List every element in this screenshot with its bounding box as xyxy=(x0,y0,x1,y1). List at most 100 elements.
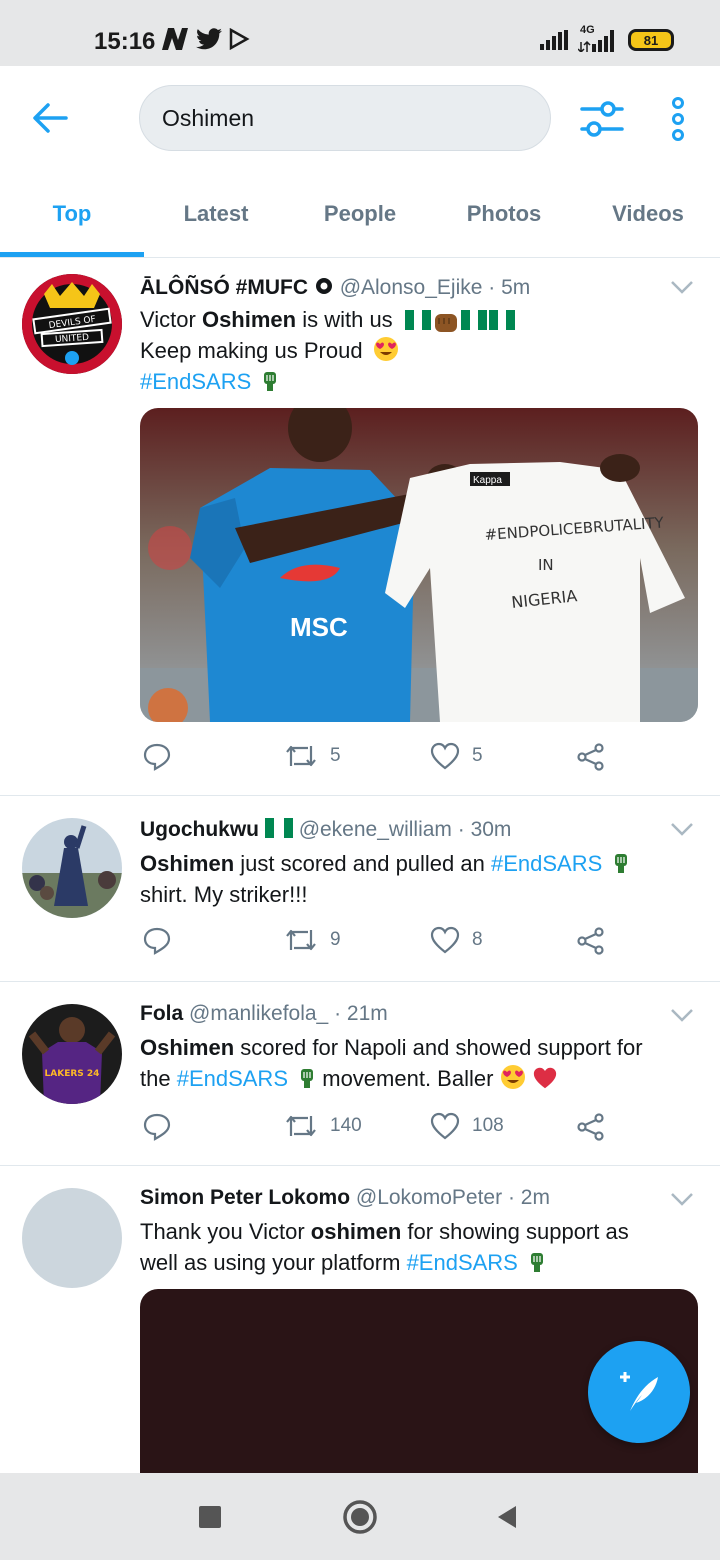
hashtag-link[interactable]: #EndSARS xyxy=(140,369,251,394)
tab-videos[interactable]: Videos xyxy=(576,170,720,258)
share-button[interactable] xyxy=(576,926,606,956)
compose-tweet-button[interactable] xyxy=(588,1341,690,1443)
search-tabs: Top Latest People Photos Videos xyxy=(0,170,720,258)
red-heart-emoji-icon xyxy=(533,1067,556,1089)
heart-eyes-emoji-icon xyxy=(373,337,398,361)
tweet-time: · 30m xyxy=(457,818,512,841)
more-options-icon[interactable] xyxy=(668,97,688,141)
retweet-button[interactable]: 9 xyxy=(284,926,341,954)
tweet[interactable]: Ugochukwu @ekene_william · 30m Oshimen j… xyxy=(0,796,720,982)
chevron-down-icon[interactable] xyxy=(670,1192,694,1206)
endsars-fist-icon xyxy=(615,854,628,873)
twitter-icon xyxy=(196,28,222,50)
retweet-button[interactable]: 140 xyxy=(284,1112,362,1140)
svg-text:IN: IN xyxy=(538,556,554,574)
share-icon xyxy=(577,1113,604,1141)
like-button[interactable]: 8 xyxy=(430,926,483,954)
tweet-header: Ugochukwu @ekene_william · 30m xyxy=(140,818,511,842)
notification-icons xyxy=(160,26,250,52)
retweet-icon xyxy=(286,1115,316,1137)
back-arrow-icon[interactable] xyxy=(30,98,70,138)
search-filter-icon[interactable] xyxy=(580,97,624,141)
retweet-count: 5 xyxy=(330,745,341,766)
home-circle-icon[interactable] xyxy=(342,1499,378,1535)
author-handle[interactable]: @manlikefola_ xyxy=(189,1002,328,1025)
tweet-time: · 5m xyxy=(488,276,531,299)
verified-badge-icon xyxy=(315,278,332,294)
tab-photos[interactable]: Photos xyxy=(432,170,576,258)
avatar-placeholder[interactable] xyxy=(22,1188,122,1288)
avatar[interactable] xyxy=(22,818,122,918)
share-button[interactable] xyxy=(576,742,606,772)
search-header: Oshimen xyxy=(0,66,720,170)
chevron-down-icon[interactable] xyxy=(670,1008,694,1022)
retweet-count: 140 xyxy=(330,1115,362,1136)
tweet-header: Fola @manlikefola_ · 21m xyxy=(140,1002,388,1026)
tweet-time: · 21m xyxy=(334,1002,388,1025)
like-count: 5 xyxy=(472,745,483,766)
back-triangle-icon[interactable] xyxy=(496,1504,518,1530)
reply-button[interactable] xyxy=(142,926,172,956)
endsars-fist-icon xyxy=(301,1069,314,1088)
endsars-fist-icon xyxy=(530,1253,543,1272)
share-icon xyxy=(577,927,604,955)
tweet-text: Oshimen just scored and pulled an #EndSA… xyxy=(140,848,700,910)
fist-emoji-icon xyxy=(434,314,457,332)
player-holding-shirt-photo: MSC Kappa #ENDPOLICEBRUTALITY IN NIGERIA xyxy=(140,408,698,722)
tweet-actions: 9 8 xyxy=(140,926,620,966)
reply-icon xyxy=(143,743,171,771)
tweet[interactable]: LAKERS 24 Fola @manlikefola_ · 21m Oshim… xyxy=(0,982,720,1166)
active-tab-indicator xyxy=(0,252,144,257)
hashtag-link[interactable]: #EndSARS xyxy=(407,1250,518,1275)
tweet-header: Simon Peter Lokomo @LokomoPeter · 2m xyxy=(140,1186,550,1210)
avatar[interactable]: LAKERS 24 xyxy=(22,1004,122,1104)
battery-icon: 81 xyxy=(628,29,674,51)
svg-text:MSC: MSC xyxy=(290,612,348,642)
chevron-down-icon[interactable] xyxy=(670,822,694,836)
share-icon xyxy=(577,743,604,771)
tweet[interactable]: DEVILS OF UNITED ĀLÔÑSÓ #MUFC @Alonso_Ej… xyxy=(0,258,720,796)
author-handle[interactable]: @Alonso_Ejike xyxy=(340,276,483,299)
heart-icon xyxy=(430,742,460,770)
reply-icon xyxy=(143,1113,171,1141)
reply-button[interactable] xyxy=(142,1112,172,1142)
system-nav-bar xyxy=(0,1473,720,1560)
signal-icon xyxy=(540,30,568,50)
author-name[interactable]: Simon Peter Lokomo xyxy=(140,1186,350,1209)
tweet-actions: 5 5 xyxy=(140,742,620,782)
like-count: 8 xyxy=(472,929,483,950)
recents-square-icon[interactable] xyxy=(199,1506,221,1528)
retweet-button[interactable]: 5 xyxy=(284,742,341,770)
nigeria-flag-icon xyxy=(264,818,293,838)
svg-text:Kappa: Kappa xyxy=(473,475,502,486)
hashtag-link[interactable]: #EndSARS xyxy=(491,851,602,876)
like-button[interactable]: 108 xyxy=(430,1112,504,1140)
tweet-text: Thank you Victor oshimen for showing sup… xyxy=(140,1219,629,1275)
avatar[interactable]: DEVILS OF UNITED xyxy=(22,274,122,374)
author-name[interactable]: ĀLÔÑSÓ #MUFC xyxy=(140,276,308,299)
endsars-fist-icon xyxy=(264,372,277,391)
chevron-down-icon[interactable] xyxy=(670,280,694,294)
tweet-text: Victor Oshimen is with us Keep making us… xyxy=(140,304,700,397)
tweet-photo[interactable]: MSC Kappa #ENDPOLICEBRUTALITY IN NIGERIA xyxy=(140,408,698,722)
author-handle[interactable]: @LokomoPeter xyxy=(356,1186,502,1209)
signal-4g-icon xyxy=(578,30,614,52)
share-button[interactable] xyxy=(576,1112,606,1142)
tab-latest[interactable]: Latest xyxy=(144,170,288,258)
author-name[interactable]: Fola xyxy=(140,1002,183,1025)
hashtag-link[interactable]: #EndSARS xyxy=(177,1066,288,1091)
heart-eyes-emoji-icon xyxy=(500,1065,525,1089)
reply-button[interactable] xyxy=(142,742,172,772)
tab-top[interactable]: Top xyxy=(0,170,144,258)
status-bar: 15:16 4G 81 xyxy=(0,0,720,66)
retweet-count: 9 xyxy=(330,929,341,950)
status-time: 15:16 xyxy=(94,28,156,55)
svg-text:LAKERS 24: LAKERS 24 xyxy=(45,1069,100,1079)
author-handle[interactable]: @ekene_william xyxy=(299,818,452,841)
search-input[interactable]: Oshimen xyxy=(139,85,551,151)
lakers-player-avatar: LAKERS 24 xyxy=(22,1004,122,1104)
author-name[interactable]: Ugochukwu xyxy=(140,818,259,841)
tab-people[interactable]: People xyxy=(288,170,432,258)
like-button[interactable]: 5 xyxy=(430,742,483,770)
status-right: 4G 81 xyxy=(540,24,674,52)
